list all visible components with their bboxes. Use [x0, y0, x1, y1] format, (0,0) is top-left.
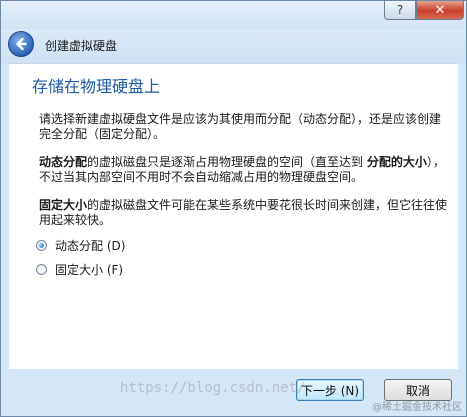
title-bar: ? ✕ [1, 1, 466, 29]
dynamic-term: 动态分配 [39, 155, 88, 169]
radio-button-checked[interactable] [36, 240, 47, 251]
fixed-desc-rest: 的虚拟磁盘文件可能在某些系统中要花很长时间来创建，但它往往使用起来较快。 [39, 198, 448, 227]
fixed-term: 固定大小 [39, 198, 88, 212]
close-icon: ✕ [434, 2, 446, 18]
radio-fixed[interactable]: 固定大小 (F) [36, 261, 123, 278]
close-button[interactable]: ✕ [416, 1, 464, 20]
watermark-url: https://blog.csdn.net/ [120, 380, 306, 396]
intro-text: 请选择新建虚拟硬盘文件是应该为其使用而分配（动态分配），还是应该创建完全分配（固… [39, 112, 442, 141]
radio-dynamic[interactable]: 动态分配 (D) [36, 237, 125, 254]
fixed-description: 固定大小的虚拟磁盘文件可能在某些系统中要花很长时间来创建，但它往往使用起来较快。 [39, 198, 449, 228]
radio-dynamic-label: 动态分配 (D) [55, 239, 126, 253]
allocated-size-term: 分配的大小 [366, 155, 427, 169]
page-title: 存储在物理硬盘上 [32, 77, 161, 96]
back-arrow-icon [16, 37, 27, 51]
dynamic-desc-part1: 的虚拟磁盘只是逐渐占用物理硬盘的空间（直至达到 [87, 155, 367, 169]
watermark-brand: @稀土掘金技术社区 [372, 402, 462, 413]
next-button[interactable]: 下一步 (N) [296, 379, 364, 401]
dialog-window: ? ✕ 创建虚拟硬盘 存储在物理硬盘上 请选择新建虚拟硬盘文件是应该为其使用而分… [0, 0, 467, 417]
radio-fixed-label: 固定大小 (F) [55, 263, 124, 277]
radio-button-unchecked[interactable] [36, 264, 47, 275]
help-button[interactable]: ? [384, 1, 416, 20]
wizard-title: 创建虚拟硬盘 [45, 39, 118, 53]
back-button[interactable] [8, 31, 34, 57]
wizard-header: 创建虚拟硬盘 [1, 29, 466, 63]
dynamic-description: 动态分配的虚拟磁盘只是逐渐占用物理硬盘的空间（直至达到 分配的大小），不过当其内… [39, 155, 449, 185]
content-panel: 存储在物理硬盘上 请选择新建虚拟硬盘文件是应该为其使用而分配（动态分配），还是应… [9, 63, 458, 369]
